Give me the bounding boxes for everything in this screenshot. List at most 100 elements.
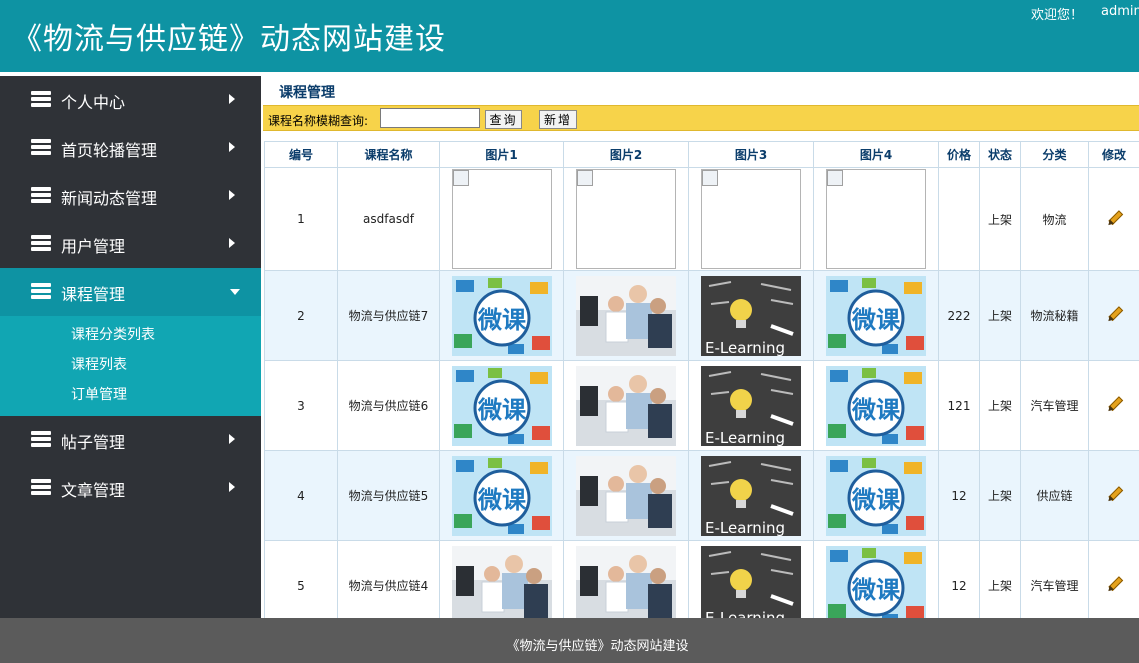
cell-image: 微课	[439, 360, 564, 451]
svg-text:微课: 微课	[477, 306, 527, 334]
column-header: 图片1	[439, 141, 564, 168]
submenu-item-course-list[interactable]: 课程列表	[0, 354, 261, 384]
cell-edit	[1088, 167, 1139, 271]
top-header: 《物流与供应链》动态网站建设 欢迎您！ admin	[0, 0, 1139, 72]
page-title: 课程管理	[279, 85, 335, 101]
cell-image: 微课	[439, 450, 564, 541]
cell-edit	[1088, 360, 1139, 451]
broken-image-icon	[702, 170, 718, 186]
svg-text:微课: 微课	[851, 396, 901, 424]
broken-image-icon	[827, 170, 843, 186]
cell-id: 4	[264, 450, 338, 541]
course-thumbnail: 微课	[451, 455, 552, 536]
course-thumbnail: 微课	[826, 275, 926, 356]
cell-image	[688, 167, 814, 271]
cell-image: 微课	[813, 360, 939, 451]
cell-image: 微课	[813, 270, 939, 361]
broken-image-icon	[826, 169, 926, 269]
cell-edit	[1088, 270, 1139, 361]
cell-image: E-Learning	[688, 450, 814, 541]
main-content: 课程管理 课程名称模糊查询: 查询 新增 编号 课程名称 图片1 图片2 图片3 图片4 价…	[263, 72, 1139, 618]
cell-image	[563, 450, 689, 541]
course-thumbnail: 微课	[826, 455, 926, 536]
course-thumbnail	[576, 365, 676, 446]
footer: 《物流与供应链》动态网站建设	[0, 618, 1139, 663]
svg-text:E-Learning: E-Learning	[705, 609, 785, 619]
column-header: 图片2	[563, 141, 689, 168]
course-thumbnail: E-Learning	[701, 455, 801, 536]
cell-image: E-Learning	[688, 270, 814, 361]
cell-category: 汽车管理	[1020, 540, 1089, 618]
course-thumbnail	[451, 545, 552, 618]
cell-status: 上架	[979, 450, 1021, 541]
column-header: 图片3	[688, 141, 814, 168]
course-thumbnail: 微课	[826, 545, 926, 618]
cell-status: 上架	[979, 360, 1021, 451]
svg-text:微课: 微课	[851, 576, 901, 604]
cell-status: 上架	[979, 167, 1021, 271]
broken-image-icon	[452, 170, 469, 186]
submenu-item-course-categories[interactable]: 课程分类列表	[0, 324, 261, 354]
sidebar-item-label: 课程管理	[61, 285, 126, 304]
cell-price	[938, 167, 980, 271]
cell-course-name: 物流与供应链5	[337, 450, 440, 541]
pencil-edit-icon[interactable]	[1104, 304, 1124, 324]
sidebar-item-personal-center[interactable]: 个人中心	[0, 76, 261, 124]
column-header: 课程名称	[337, 141, 440, 168]
cell-image	[439, 167, 564, 271]
cell-course-name: 物流与供应链4	[337, 540, 440, 618]
cell-image	[563, 540, 689, 618]
column-header: 修改	[1088, 141, 1139, 168]
cell-course-name: asdfasdf	[337, 167, 440, 271]
broken-image-icon	[577, 170, 593, 186]
course-thumbnail: 微课	[451, 275, 552, 356]
courses-submenu: 课程分类列表 课程列表 订单管理	[0, 316, 261, 416]
chevron-right-icon	[229, 190, 235, 200]
cell-image: 微课	[813, 450, 939, 541]
sidebar-item-users[interactable]: 用户管理	[0, 220, 261, 268]
sidebar-item-news[interactable]: 新闻动态管理	[0, 172, 261, 220]
cell-status: 上架	[979, 540, 1021, 618]
course-thumbnail	[576, 455, 676, 536]
cell-course-name: 物流与供应链6	[337, 360, 440, 451]
cell-id: 2	[264, 270, 338, 361]
add-button[interactable]: 新增	[539, 110, 577, 129]
course-thumbnail: 微课	[826, 365, 926, 446]
cell-edit	[1088, 450, 1139, 541]
pencil-edit-icon[interactable]	[1104, 394, 1124, 414]
cell-image	[563, 167, 689, 271]
chevron-right-icon	[229, 238, 235, 248]
cell-image: E-Learning	[688, 360, 814, 451]
svg-text:E-Learning: E-Learning	[705, 339, 785, 356]
cell-id: 1	[264, 167, 338, 271]
query-button[interactable]: 查询	[485, 110, 522, 129]
course-thumbnail	[576, 275, 676, 356]
cell-id: 3	[264, 360, 338, 451]
submenu-item-orders[interactable]: 订单管理	[0, 384, 261, 414]
cell-category: 物流秘籍	[1020, 270, 1089, 361]
chevron-right-icon	[229, 94, 235, 104]
column-header: 图片4	[813, 141, 939, 168]
column-header: 分类	[1020, 141, 1089, 168]
broken-image-icon	[451, 169, 552, 269]
sidebar-item-articles[interactable]: 文章管理	[0, 464, 261, 512]
sidebar-item-posts[interactable]: 帖子管理	[0, 416, 261, 464]
course-name-search-input[interactable]	[380, 108, 480, 128]
pencil-edit-icon[interactable]	[1104, 208, 1124, 228]
search-label: 课程名称模糊查询:	[268, 114, 369, 128]
username-link[interactable]: admin	[1101, 4, 1139, 19]
table-row: 1 asdfasdf 上架 物流	[264, 167, 1139, 271]
sidebar: 个人中心 首页轮播管理 新闻动态管理 用户管理 课程管理 课程分类列表 课程列表…	[0, 72, 261, 618]
cell-course-name: 物流与供应链7	[337, 270, 440, 361]
svg-text:微课: 微课	[851, 306, 901, 334]
sidebar-item-label: 文章管理	[61, 481, 126, 500]
svg-text:E-Learning: E-Learning	[705, 429, 785, 446]
table-row: 2 物流与供应链7 微课 E-Learning 微课 222 上架 物流秘籍	[264, 270, 1139, 361]
cell-price: 12	[938, 540, 980, 618]
course-thumbnail	[576, 545, 676, 618]
stack-icon	[31, 283, 51, 299]
sidebar-item-courses[interactable]: 课程管理	[0, 268, 261, 316]
pencil-edit-icon[interactable]	[1104, 484, 1124, 504]
pencil-edit-icon[interactable]	[1104, 574, 1124, 594]
sidebar-item-carousel[interactable]: 首页轮播管理	[0, 124, 261, 172]
